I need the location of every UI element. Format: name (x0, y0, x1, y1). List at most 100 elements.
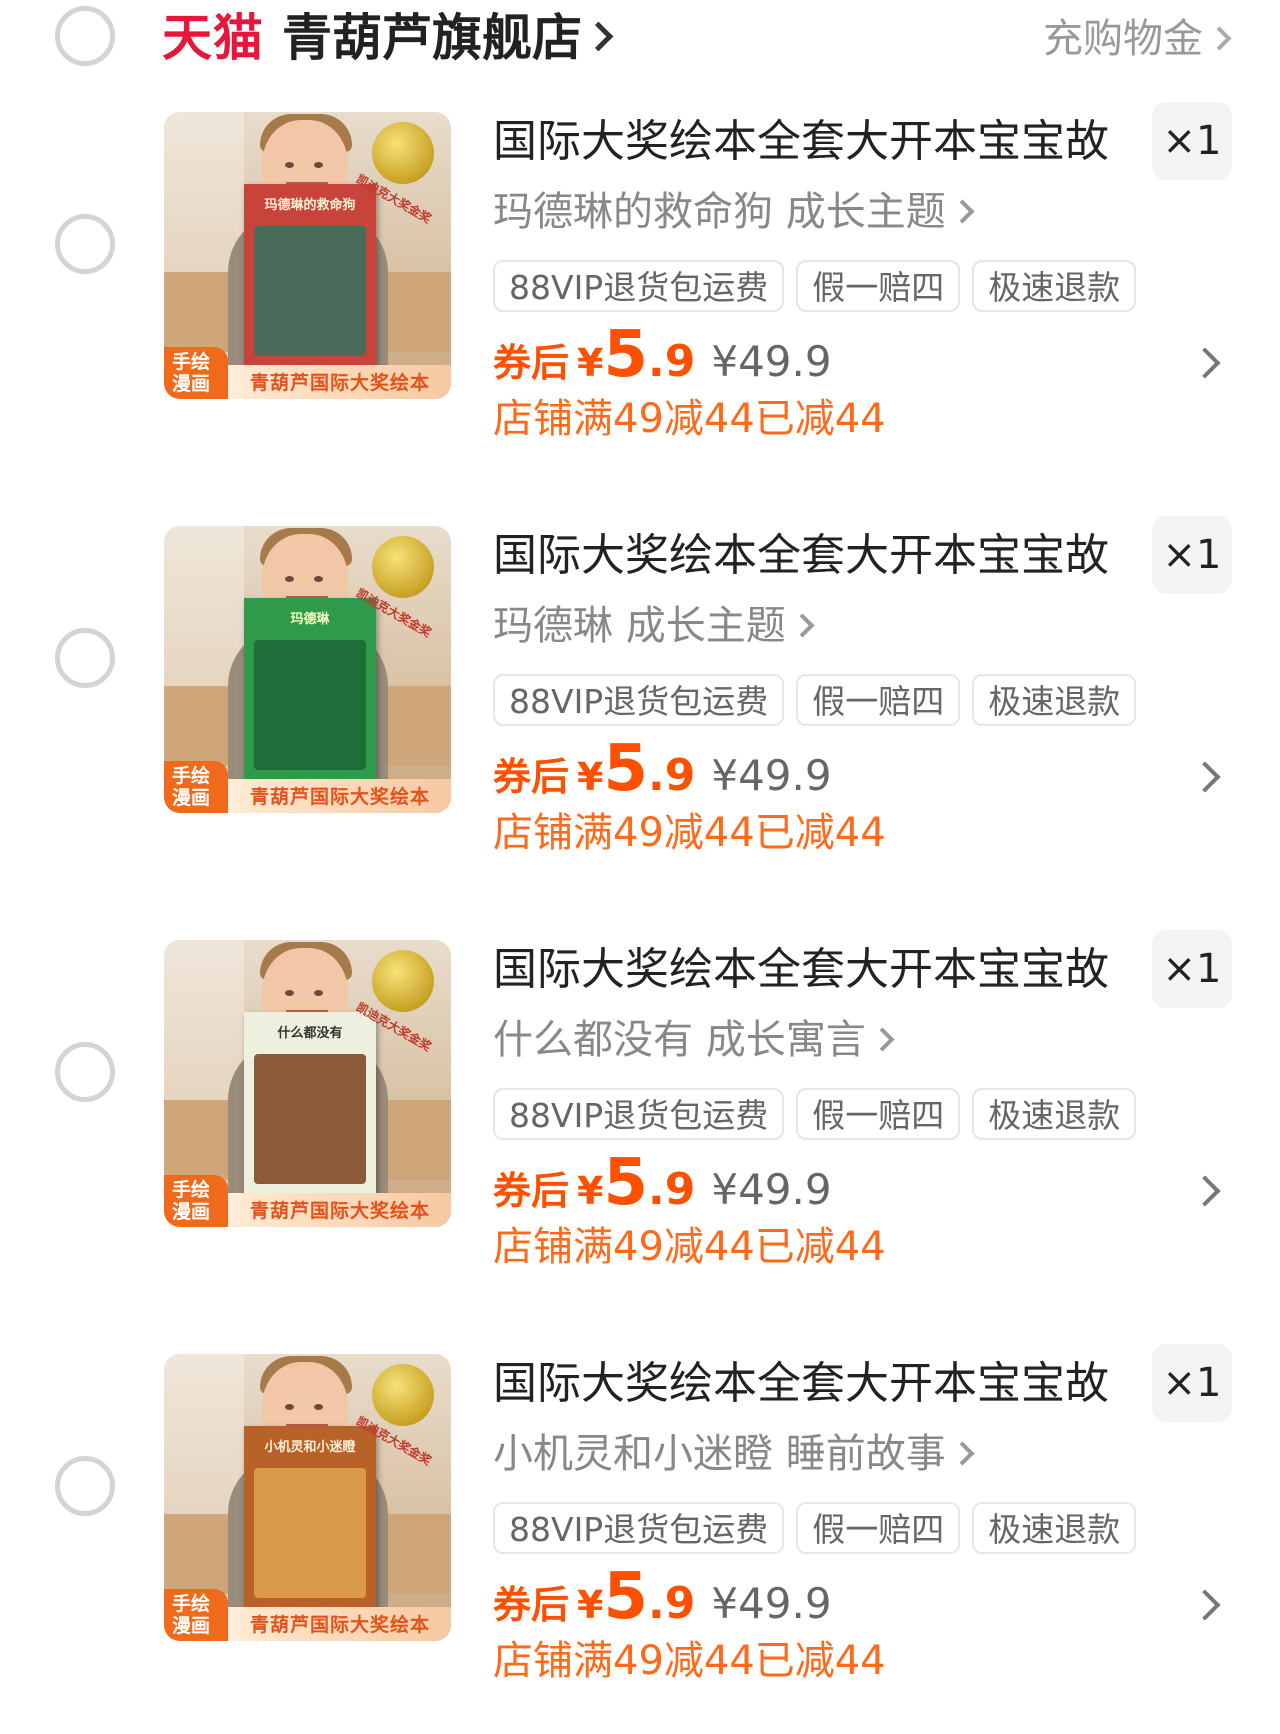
quantity-button[interactable]: ×1 (1152, 516, 1232, 594)
service-tag: 假一赔四 (796, 1088, 961, 1140)
store-name-link[interactable]: 青葫芦旗舰店 (282, 8, 614, 68)
coupon-label: 券后 (493, 341, 570, 385)
chevron-right-icon (950, 199, 975, 224)
price-integer: 5 (603, 318, 648, 392)
image-book-cover: 什么都没有 (244, 1012, 376, 1198)
service-tags: 88VIP退货包运费 假一赔四 极速退款 (493, 260, 1148, 314)
chevron-right-icon (583, 21, 614, 52)
image-banner-text: 青葫芦国际大奖绘本 (250, 1614, 431, 1636)
price-decimal: .9 (648, 1164, 696, 1215)
chevron-right-icon[interactable] (1189, 761, 1221, 793)
store-select-radio[interactable] (55, 6, 115, 66)
service-tag: 88VIP退货包运费 (493, 674, 785, 726)
chevron-right-icon (1207, 26, 1232, 51)
currency-symbol: ¥ (577, 341, 604, 385)
original-price: ¥49.9 (711, 1579, 832, 1628)
price-integer: 5 (603, 1146, 648, 1220)
image-eye (285, 1404, 294, 1410)
image-eye (285, 576, 294, 582)
price-decimal: .9 (648, 750, 696, 801)
sku-label: 玛德琳的救命狗 成长主题 (493, 189, 946, 235)
image-corner-tag: 手绘漫画 (164, 1175, 228, 1227)
image-eye (314, 990, 323, 996)
product-title[interactable]: 国际大奖绘本全套大开本宝宝故 (493, 528, 1109, 584)
image-book-title: 小机灵和小迷瞪 (264, 1440, 356, 1455)
original-price: ¥49.9 (711, 337, 832, 386)
currency-symbol: ¥ (577, 1169, 604, 1213)
item-select-radio[interactable] (55, 1042, 115, 1102)
store-name: 青葫芦旗舰店 (282, 9, 582, 67)
coupon-label: 券后 (493, 755, 570, 799)
discount-text: 店铺满49减44已减44 (493, 1224, 886, 1270)
product-title[interactable]: 国际大奖绘本全套大开本宝宝故 (493, 114, 1109, 170)
sku-selector[interactable]: 玛德琳 成长主题 (493, 600, 815, 652)
image-book-art (254, 226, 366, 356)
product-title[interactable]: 国际大奖绘本全套大开本宝宝故 (493, 1356, 1109, 1412)
sku-selector[interactable]: 什么都没有 成长寓言 (493, 1014, 895, 1066)
image-eye (314, 576, 323, 582)
quantity-button[interactable]: ×1 (1152, 930, 1232, 1008)
product-image[interactable]: 什么都没有 凯迪克大奖金奖 手绘漫画 青葫芦国际大奖绘本 (164, 940, 451, 1227)
medal-icon (372, 536, 434, 598)
price-integer: 5 (603, 1560, 648, 1634)
image-book-art (254, 1468, 366, 1598)
service-tag: 极速退款 (972, 1502, 1137, 1554)
cart-item: 什么都没有 凯迪克大奖金奖 手绘漫画 青葫芦国际大奖绘本 国际大奖绘本全套大开本… (0, 930, 1280, 1320)
sku-label: 玛德琳 成长主题 (493, 603, 786, 649)
image-book-title: 玛德琳的救命狗 (264, 198, 356, 213)
image-banner-text: 青葫芦国际大奖绘本 (250, 1200, 431, 1222)
product-image[interactable]: 玛德琳的救命狗 凯迪克大奖金奖 手绘漫画 青葫芦国际大奖绘本 (164, 112, 451, 399)
service-tag: 极速退款 (972, 674, 1137, 726)
sku-label: 什么都没有 成长寓言 (493, 1017, 866, 1063)
store-header: 天猫 青葫芦旗舰店 充购物金 (0, 0, 1280, 80)
service-tag: 88VIP退货包运费 (493, 1502, 785, 1554)
image-eye (285, 162, 294, 168)
item-select-radio[interactable] (55, 1456, 115, 1516)
price-line: 券后 ¥5.9 ¥49.9 (493, 732, 832, 812)
original-price: ¥49.9 (711, 751, 832, 800)
price-line: 券后 ¥5.9 ¥49.9 (493, 1146, 832, 1226)
service-tags: 88VIP退货包运费 假一赔四 极速退款 (493, 1088, 1148, 1142)
tmall-logo: 天猫 (162, 9, 264, 67)
medal-icon (372, 950, 434, 1012)
chevron-right-icon[interactable] (1189, 347, 1221, 379)
price-line: 券后 ¥5.9 ¥49.9 (493, 318, 832, 398)
discount-text: 店铺满49减44已减44 (493, 396, 886, 442)
recharge-link[interactable]: 充购物金 (1043, 14, 1232, 64)
image-book-cover: 玛德琳的救命狗 (244, 184, 376, 370)
service-tags: 88VIP退货包运费 假一赔四 极速退款 (493, 1502, 1148, 1556)
chevron-right-icon (870, 1027, 895, 1052)
recharge-label: 充购物金 (1043, 16, 1203, 62)
chevron-right-icon (790, 613, 815, 638)
image-banner-text: 青葫芦国际大奖绘本 (250, 786, 431, 808)
coupon-label: 券后 (493, 1169, 570, 1213)
item-select-radio[interactable] (55, 214, 115, 274)
discount-text: 店铺满49减44已减44 (493, 810, 886, 856)
image-book-art (254, 640, 366, 770)
currency-symbol: ¥ (577, 755, 604, 799)
chevron-right-icon (950, 1441, 975, 1466)
quantity-button[interactable]: ×1 (1152, 102, 1232, 180)
service-tag: 88VIP退货包运费 (493, 260, 785, 312)
price-decimal: .9 (648, 1578, 696, 1629)
product-title[interactable]: 国际大奖绘本全套大开本宝宝故 (493, 942, 1109, 998)
coupon-label: 券后 (493, 1583, 570, 1627)
image-eye (314, 162, 323, 168)
chevron-right-icon[interactable] (1189, 1589, 1221, 1621)
product-image[interactable]: 玛德琳 凯迪克大奖金奖 手绘漫画 青葫芦国际大奖绘本 (164, 526, 451, 813)
sku-selector[interactable]: 小机灵和小迷瞪 睡前故事 (493, 1428, 975, 1480)
chevron-right-icon[interactable] (1189, 1175, 1221, 1207)
price-integer: 5 (603, 732, 648, 806)
price-decimal: .9 (648, 336, 696, 387)
quantity-button[interactable]: ×1 (1152, 1344, 1232, 1422)
sku-selector[interactable]: 玛德琳的救命狗 成长主题 (493, 186, 975, 238)
sku-label: 小机灵和小迷瞪 睡前故事 (493, 1431, 946, 1477)
service-tag: 假一赔四 (796, 674, 961, 726)
image-banner-text: 青葫芦国际大奖绘本 (250, 372, 431, 394)
cart-item: 玛德琳的救命狗 凯迪克大奖金奖 手绘漫画 青葫芦国际大奖绘本 国际大奖绘本全套大… (0, 102, 1280, 492)
image-corner-tag: 手绘漫画 (164, 761, 228, 813)
currency-symbol: ¥ (577, 1583, 604, 1627)
image-eye (285, 990, 294, 996)
product-image[interactable]: 小机灵和小迷瞪 凯迪克大奖金奖 手绘漫画 青葫芦国际大奖绘本 (164, 1354, 451, 1641)
item-select-radio[interactable] (55, 628, 115, 688)
